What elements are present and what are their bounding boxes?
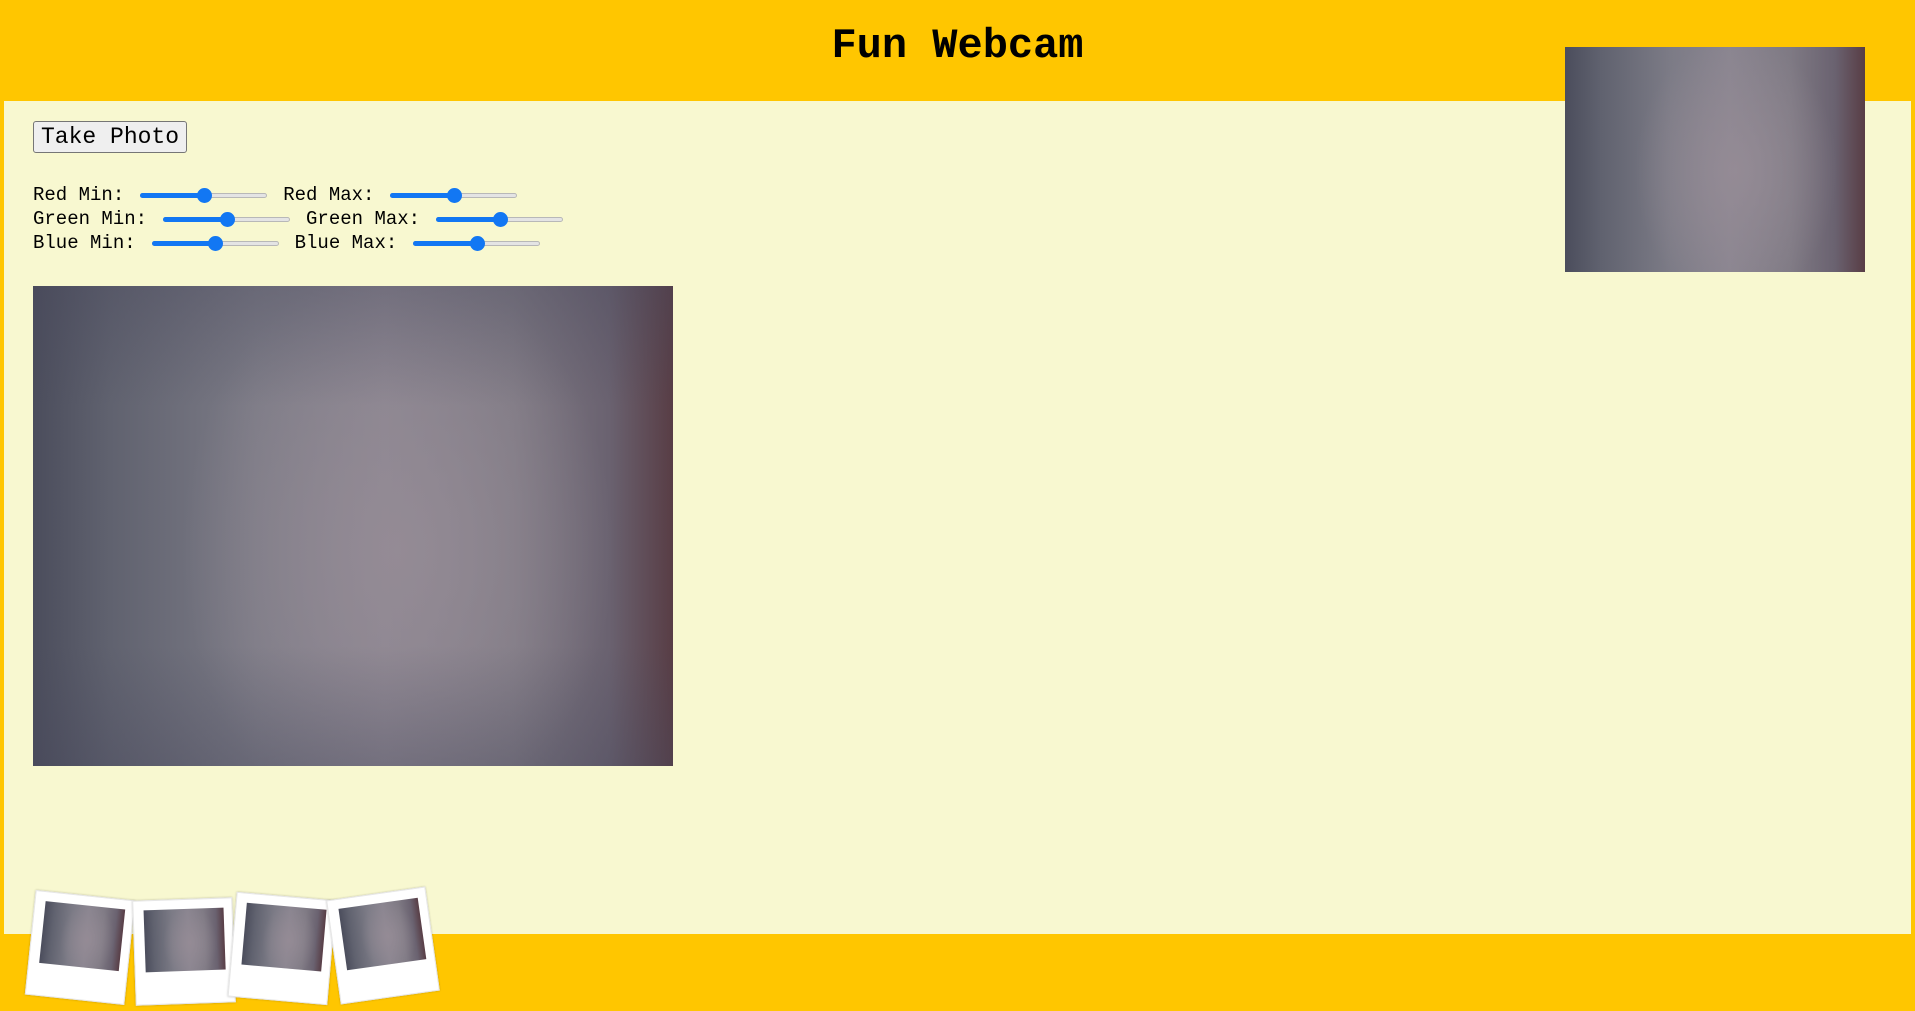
red-min-slider[interactable]	[140, 186, 268, 204]
green-min-slider[interactable]	[163, 210, 291, 228]
slider-fill	[413, 241, 477, 246]
red-controls-row: Red Min: Red Max:	[33, 183, 579, 207]
photo-image	[241, 902, 327, 972]
slider-thumb[interactable]	[208, 236, 224, 251]
photo-strip	[24, 886, 448, 1011]
slider-fill	[390, 193, 454, 198]
photo-thumbnail[interactable]	[132, 897, 236, 1006]
red-max-label: Red Max:	[283, 184, 375, 206]
slider-thumb[interactable]	[219, 212, 235, 227]
green-min-label: Green Min:	[33, 208, 148, 230]
blue-max-label: Blue Max:	[294, 232, 398, 254]
photo-thumbnail[interactable]	[326, 886, 440, 1005]
green-max-slider[interactable]	[436, 210, 564, 228]
photo-image	[39, 901, 126, 972]
red-min-label: Red Min:	[33, 184, 125, 206]
green-controls-row: Green Min: Green Max:	[33, 207, 579, 231]
slider-fill	[163, 217, 227, 222]
blue-max-slider[interactable]	[413, 234, 541, 252]
webcam-canvas	[33, 286, 673, 766]
slider-fill	[151, 241, 216, 246]
blue-min-slider[interactable]	[151, 234, 279, 252]
photo-image	[143, 907, 226, 973]
blue-controls-row: Blue Min: Blue Max:	[33, 231, 579, 255]
take-photo-button[interactable]: Take Photo	[33, 121, 188, 153]
slider-thumb[interactable]	[196, 188, 212, 203]
webcam-vignette	[33, 286, 673, 766]
filtered-output-canvas	[1565, 47, 1865, 272]
slider-thumb[interactable]	[492, 212, 508, 227]
slider-fill	[436, 217, 500, 222]
photo-thumbnail[interactable]	[227, 891, 337, 1006]
slider-fill	[140, 193, 204, 198]
slider-thumb[interactable]	[446, 188, 462, 203]
blue-min-label: Blue Min:	[33, 232, 136, 254]
photo-image	[338, 897, 427, 971]
color-range-controls: Red Min: Red Max: Green Min: Green Max:	[33, 183, 579, 255]
slider-thumb[interactable]	[469, 236, 485, 251]
red-max-slider[interactable]	[390, 186, 518, 204]
photo-thumbnail[interactable]	[24, 890, 136, 1005]
